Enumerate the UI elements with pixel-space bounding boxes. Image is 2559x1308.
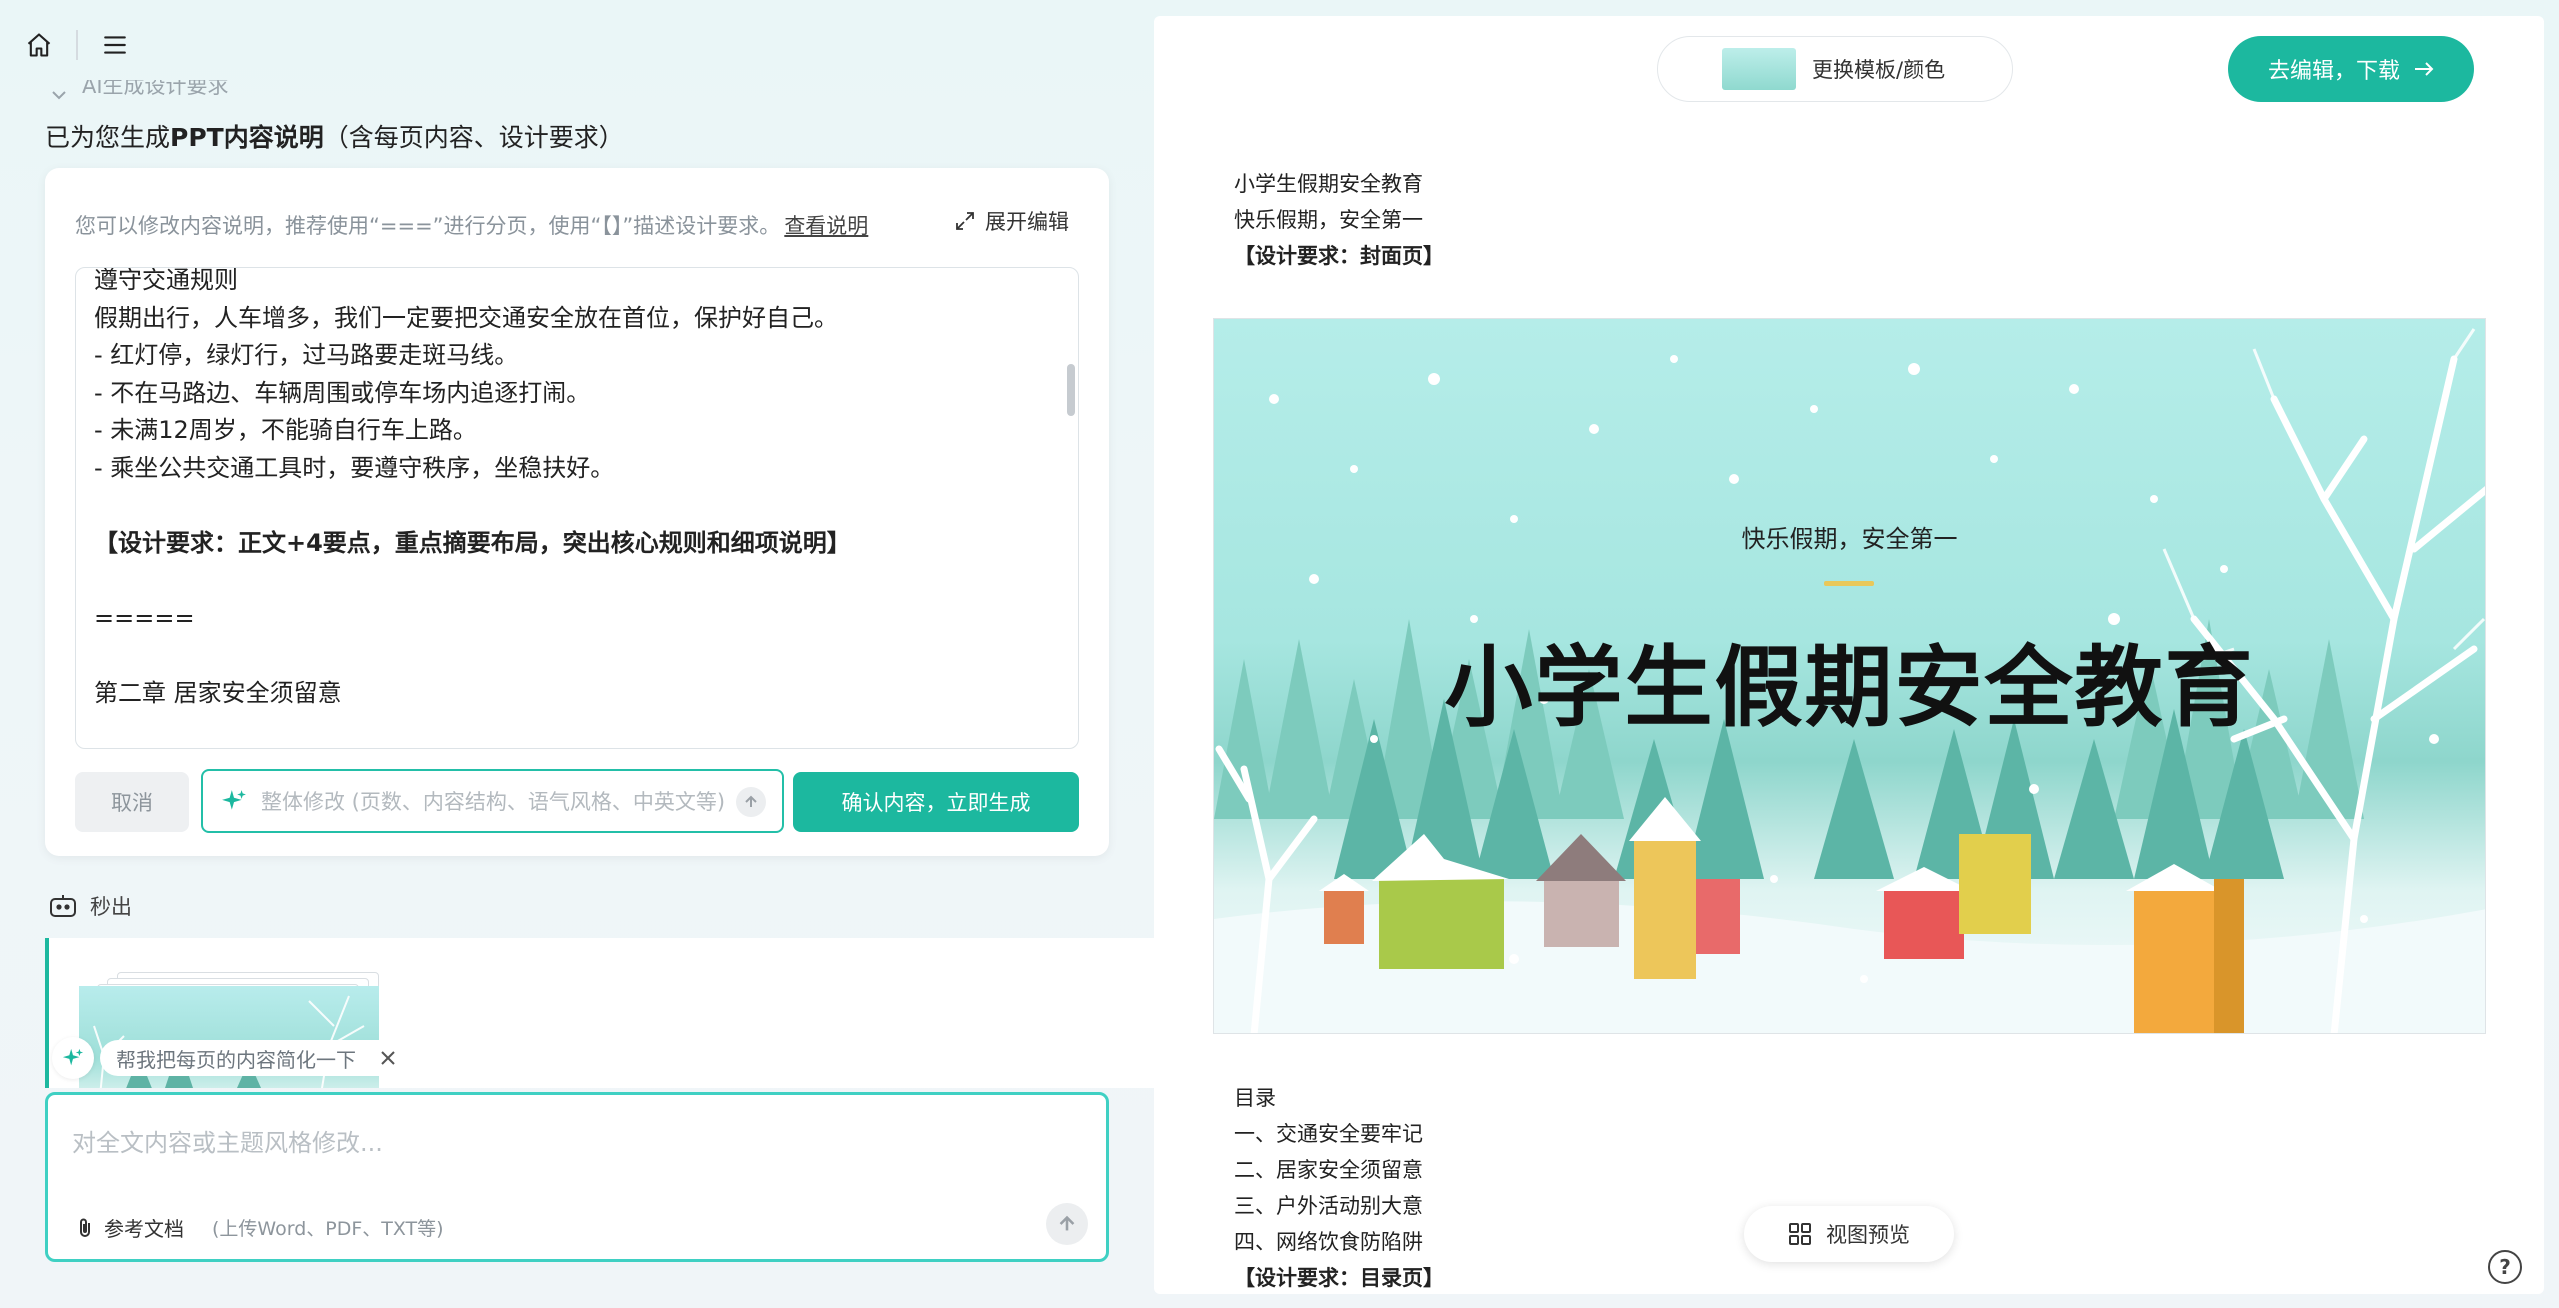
- scrollbar-thumb[interactable]: [1067, 364, 1075, 416]
- paperclip-icon: [80, 1218, 90, 1237]
- confirm-generate-button[interactable]: 确认内容，立即生成: [793, 772, 1079, 832]
- template-thumbnail: [1722, 48, 1796, 90]
- close-icon[interactable]: [380, 1050, 396, 1066]
- slide-subtitle: 快乐假期，安全第一: [1741, 525, 1958, 553]
- chevron-down-icon[interactable]: [52, 85, 66, 104]
- editor-line: =====: [94, 603, 195, 632]
- output-section-label: 秒出: [48, 891, 132, 921]
- editor-line: - 不在马路边、车辆周围或停车场内追逐打闹。: [94, 378, 591, 407]
- content-editor-card: 您可以修改内容说明，推荐使用“===”进行分页，使用“【】”描述设计要求。 查看说…: [45, 168, 1109, 856]
- suggestion-chip[interactable]: 帮我把每页的内容简化一下: [52, 1037, 412, 1079]
- editor-hint: 您可以修改内容说明，推荐使用“===”进行分页，使用“【】”描述设计要求。 查看说…: [75, 214, 869, 238]
- chat-input[interactable]: 对全文内容或主题风格修改...: [72, 1123, 383, 1158]
- expand-edit-button[interactable]: 展开编辑: [955, 206, 1069, 236]
- home-icon[interactable]: [22, 28, 56, 62]
- menu-icon[interactable]: [98, 28, 132, 62]
- edit-download-button[interactable]: 去编辑，下载: [2228, 36, 2474, 102]
- help-icon[interactable]: ?: [2488, 1250, 2522, 1284]
- view-preview-button[interactable]: 视图预览: [1744, 1206, 1954, 1262]
- editor-line: 假期出行，人车增多，我们一定要把交通安全放在首位，保护好自己。: [94, 303, 838, 332]
- chat-input-box[interactable]: 对全文内容或主题风格修改... 参考文档 (上传Word、PDF、TXT等): [45, 1092, 1109, 1262]
- view-instructions-link[interactable]: 查看说明: [784, 214, 868, 238]
- content-textarea[interactable]: 遵守交通规则假期出行，人车增多，我们一定要把交通安全放在首位，保护好自己。 - 红…: [75, 267, 1079, 749]
- send-icon[interactable]: [736, 787, 766, 817]
- collapsed-section-title[interactable]: AI生成设计要求: [82, 80, 229, 100]
- editor-line: 【设计要求：正文+4要点，重点摘要布局，突出核心规则和细项说明】: [94, 528, 851, 557]
- editor-line: 第二章 居家安全须留意: [94, 678, 342, 707]
- editor-line: - 乘坐公共交通工具时，要遵守秩序，坐稳扶好。: [94, 453, 615, 482]
- expand-icon: [956, 212, 974, 230]
- cancel-button[interactable]: 取消: [75, 772, 189, 832]
- grid-icon: [1789, 1223, 1811, 1245]
- slide-title-accent: [1824, 581, 1874, 586]
- top-nav: [22, 28, 132, 62]
- sparkle-icon: [222, 790, 246, 810]
- robot-icon: [50, 895, 76, 917]
- toc-outline: 目录 一、交通安全要牢记 二、居家安全须留意 三、户外活动别大意 四、网络饮食防…: [1234, 1086, 1444, 1290]
- change-template-button[interactable]: 更换模板/颜色: [1657, 36, 2013, 102]
- suggestion-text[interactable]: 帮我把每页的内容简化一下: [116, 1044, 356, 1073]
- editor-line: - 红灯停，绿灯行，过马路要走斑马线。: [94, 341, 519, 369]
- editor-line: - 未满12周岁，不能骑自行车上路。: [94, 416, 477, 444]
- cover-outline: 小学生假期安全教育 快乐假期，安全第一 【设计要求：封面页】: [1234, 172, 1444, 268]
- slide-title: 小学生假期安全教育: [1444, 636, 2255, 739]
- send-icon[interactable]: [1046, 1203, 1088, 1245]
- divider: [76, 30, 78, 60]
- reference-doc-button[interactable]: 参考文档 (上传Word、PDF、TXT等): [76, 1213, 444, 1242]
- editor-line: 遵守交通规则: [94, 267, 238, 294]
- modify-input[interactable]: 整体修改 (页数、内容结构、语气风格、中英文等): [201, 769, 784, 833]
- generated-title: 已为您生成PPT内容说明（含每页内容、设计要求）: [45, 123, 624, 152]
- cover-slide-preview[interactable]: 快乐假期，安全第一 小学生假期安全教育: [1213, 318, 2486, 1034]
- sparkle-icon: [52, 1037, 94, 1079]
- preview-panel: 更换模板/颜色 去编辑，下载 小学生假期安全教育 快乐假期，安全第一 【设计要求…: [1154, 16, 2544, 1294]
- arrow-right-icon: [2415, 62, 2434, 76]
